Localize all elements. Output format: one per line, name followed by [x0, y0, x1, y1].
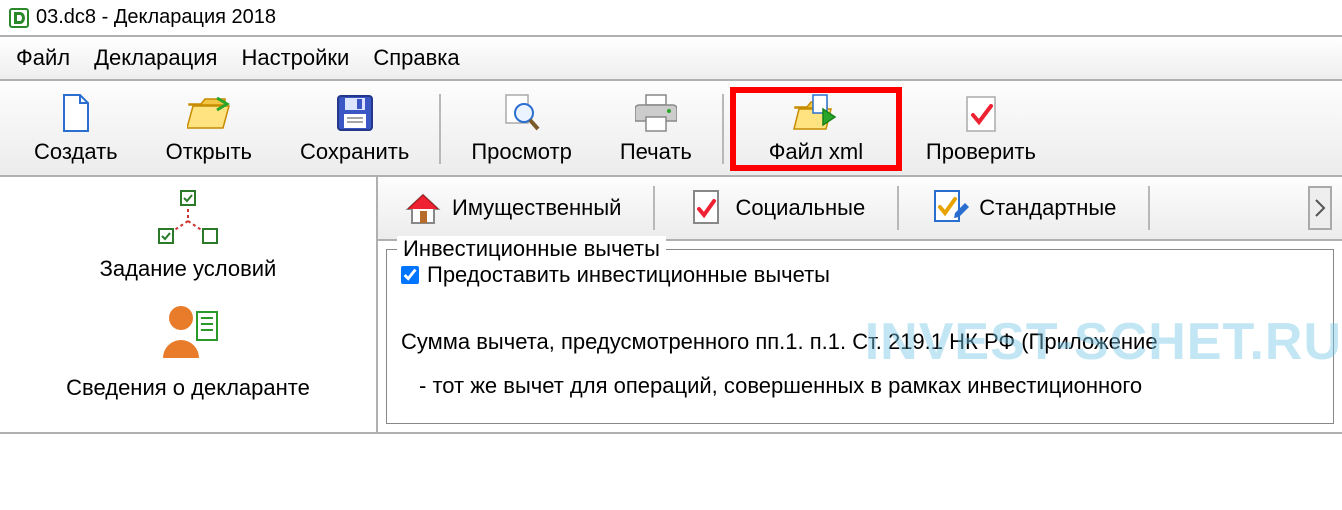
open-label: Открыть: [166, 139, 252, 165]
save-button[interactable]: Сохранить: [276, 93, 433, 165]
tab-social-label: Социальные: [735, 195, 865, 221]
check-button[interactable]: Проверить: [902, 93, 1060, 165]
open-folder-icon: [187, 93, 231, 133]
side-panel: Задание условий Сведения о декларанте: [0, 177, 378, 432]
menu-bar: Файл Декларация Настройки Справка: [0, 35, 1342, 81]
magnifier-icon: [502, 93, 542, 133]
print-button[interactable]: Печать: [596, 93, 716, 165]
deduction-line-2: - тот же вычет для операций, совершенных…: [401, 373, 1319, 399]
deduction-line-1: Сумма вычета, предусмотренного пп.1. п.1…: [401, 324, 1319, 359]
title-bar: 03.dc8 - Декларация 2018: [0, 0, 1342, 35]
menu-file[interactable]: Файл: [16, 45, 70, 71]
toolbar: Создать Открыть Сохранить: [0, 81, 1342, 177]
main-panel: Имущественный Социальные: [378, 177, 1342, 432]
chevron-right-icon: [1314, 198, 1326, 218]
conditions-icon: [153, 187, 223, 252]
enable-investment-input[interactable]: [401, 266, 419, 284]
tab-standard[interactable]: Стандартные: [915, 185, 1132, 231]
tab-scroll-right[interactable]: [1308, 186, 1332, 230]
printer-icon: [635, 93, 677, 133]
print-label: Печать: [620, 139, 692, 165]
tab-social[interactable]: Социальные: [671, 185, 881, 231]
check-icon: [963, 93, 999, 133]
sidebar-conditions-label: Задание условий: [100, 256, 277, 282]
tab-separator: [1148, 186, 1150, 230]
check-edit-icon: [931, 189, 969, 227]
tab-property[interactable]: Имущественный: [388, 185, 637, 231]
enable-investment-checkbox[interactable]: Предоставить инвестиционные вычеты: [401, 262, 1319, 288]
tab-row: Имущественный Социальные: [378, 177, 1342, 241]
window-title: 03.dc8 - Декларация 2018: [36, 6, 276, 29]
menu-settings[interactable]: Настройки: [241, 45, 349, 71]
file-xml-label: Файл xml: [769, 139, 863, 165]
tab-separator: [653, 186, 655, 230]
file-xml-button[interactable]: Файл xml: [736, 93, 896, 165]
menu-declaration[interactable]: Декларация: [94, 45, 217, 71]
tab-separator: [897, 186, 899, 230]
content-area: Задание условий Сведения о декларанте: [0, 177, 1342, 434]
save-icon: [336, 93, 374, 133]
preview-button[interactable]: Просмотр: [447, 93, 595, 165]
app-icon: [8, 7, 30, 29]
sidebar-item-conditions[interactable]: Задание условий: [100, 187, 277, 282]
toolbar-separator: [439, 94, 441, 164]
file-xml-highlight: Файл xml: [730, 87, 902, 171]
create-label: Создать: [34, 139, 118, 165]
check-doc-icon: [687, 189, 725, 227]
save-label: Сохранить: [300, 139, 409, 165]
house-icon: [404, 189, 442, 227]
preview-label: Просмотр: [471, 139, 571, 165]
person-icon: [153, 298, 223, 371]
toolbar-separator: [722, 94, 724, 164]
open-button[interactable]: Открыть: [142, 93, 276, 165]
create-button[interactable]: Создать: [10, 93, 142, 165]
check-label: Проверить: [926, 139, 1036, 165]
new-file-icon: [60, 93, 92, 133]
sidebar-item-declarant[interactable]: Сведения о декларанте: [66, 298, 310, 401]
checkbox-label: Предоставить инвестиционные вычеты: [427, 262, 830, 288]
tab-standard-label: Стандартные: [979, 195, 1116, 221]
fieldset-legend: Инвестиционные вычеты: [397, 236, 666, 262]
sidebar-declarant-label: Сведения о декларанте: [66, 375, 310, 401]
tab-property-label: Имущественный: [452, 195, 621, 221]
investment-fieldset: Инвестиционные вычеты Предоставить инвес…: [386, 249, 1334, 424]
export-xml-icon: [793, 93, 839, 133]
menu-help[interactable]: Справка: [373, 45, 459, 71]
